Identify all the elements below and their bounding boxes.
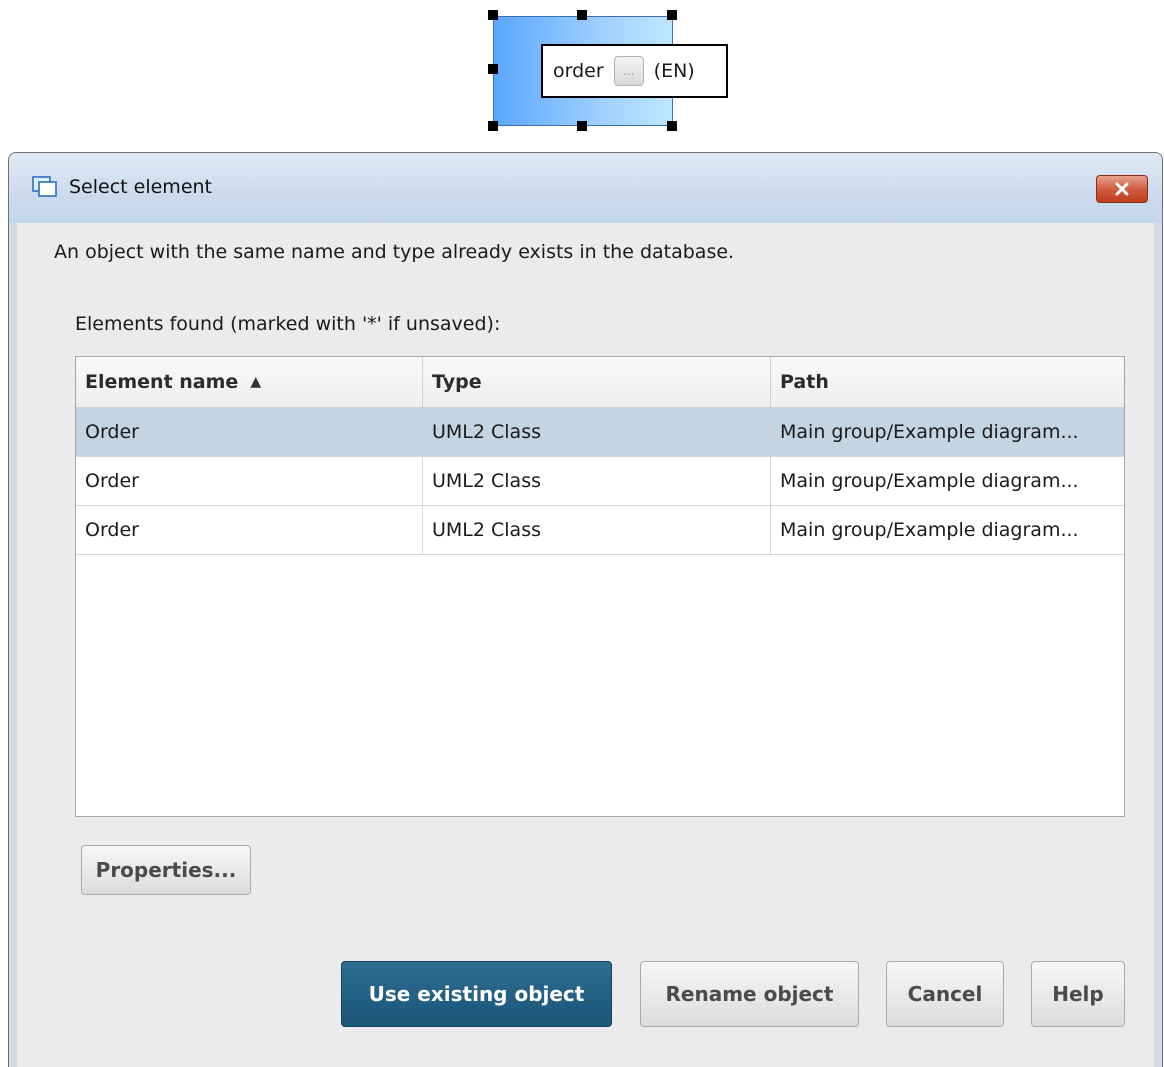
cell-element-name: Order <box>76 408 423 456</box>
column-header-element-name[interactable]: Element name ▲ <box>76 357 423 407</box>
dialog-left-border <box>9 223 17 1067</box>
resize-handle-bottom-right[interactable] <box>667 121 677 131</box>
elements-found-label: Elements found (marked with '*' if unsav… <box>75 313 501 335</box>
sort-ascending-icon: ▲ <box>250 374 262 390</box>
column-header-label: Element name <box>85 371 239 393</box>
cell-type: UML2 Class <box>423 506 771 554</box>
resize-handle-top-right[interactable] <box>667 10 677 20</box>
rename-object-button[interactable]: Rename object <box>640 961 859 1027</box>
element-name-text[interactable]: order <box>553 60 604 82</box>
element-name-editor[interactable]: order ... (EN) <box>541 44 728 98</box>
resize-handle-bottom[interactable] <box>577 121 587 131</box>
dialog-right-border <box>1154 223 1162 1067</box>
cell-path: Main group/Example diagram... <box>780 421 1079 443</box>
duplicate-message: An object with the same name and type al… <box>54 241 735 263</box>
elements-table[interactable]: Element name ▲ Type Path Order UML2 Clas… <box>75 356 1125 817</box>
language-label: (EN) <box>653 60 695 82</box>
table-row[interactable]: Order UML2 Class Main group/Example diag… <box>76 457 1124 506</box>
close-button[interactable] <box>1096 175 1148 203</box>
resize-handle-left[interactable] <box>488 64 498 74</box>
column-header-label: Path <box>780 371 829 393</box>
cell-path: Main group/Example diagram... <box>780 470 1079 492</box>
window-icon <box>32 176 57 197</box>
properties-button[interactable]: Properties... <box>81 845 251 895</box>
cell-path: Main group/Example diagram... <box>780 519 1079 541</box>
resize-handle-bottom-left[interactable] <box>488 121 498 131</box>
resize-handle-top[interactable] <box>577 10 587 20</box>
cancel-button[interactable]: Cancel <box>886 961 1004 1027</box>
column-header-path[interactable]: Path <box>771 357 1124 407</box>
cell-element-name: Order <box>76 506 423 554</box>
column-header-type[interactable]: Type <box>423 357 771 407</box>
column-header-label: Type <box>432 371 482 393</box>
dialog-titlebar: Select element <box>9 153 1162 223</box>
resize-handle-top-left[interactable] <box>488 10 498 20</box>
ellipsis-button[interactable]: ... <box>613 56 644 86</box>
use-existing-object-button[interactable]: Use existing object <box>341 961 612 1027</box>
cell-type: UML2 Class <box>423 408 771 456</box>
table-row[interactable]: Order UML2 Class Main group/Example diag… <box>76 506 1124 555</box>
close-x-icon <box>1115 182 1129 196</box>
dialog-title: Select element <box>69 176 213 198</box>
cell-type: UML2 Class <box>423 457 771 505</box>
help-button[interactable]: Help <box>1031 961 1125 1027</box>
table-header: Element name ▲ Type Path <box>76 357 1124 408</box>
table-row[interactable]: Order UML2 Class Main group/Example diag… <box>76 408 1124 457</box>
cell-element-name: Order <box>76 457 423 505</box>
select-element-dialog: Select element An object with the same n… <box>8 152 1163 1067</box>
